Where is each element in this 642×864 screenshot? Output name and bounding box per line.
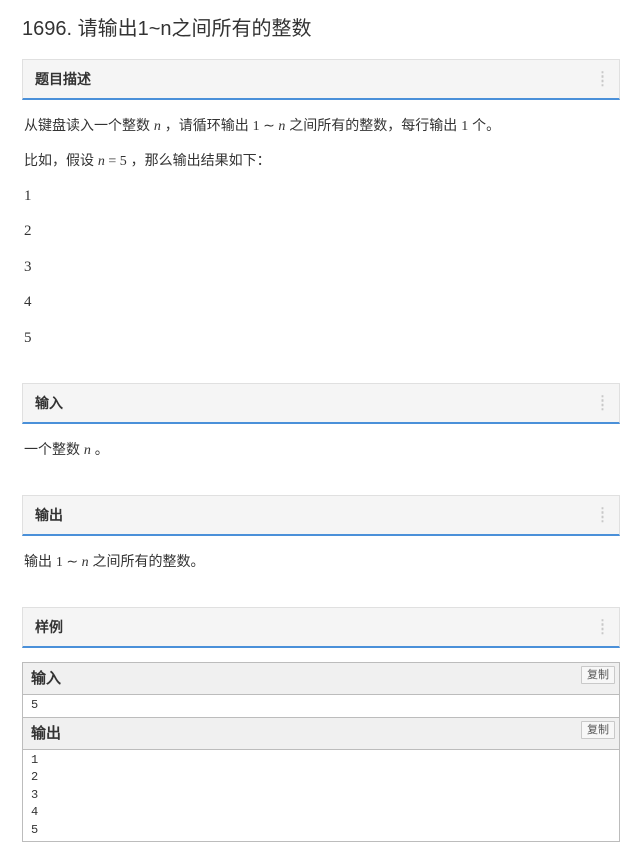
math-var-n: n	[82, 555, 89, 570]
text: 。	[91, 441, 109, 457]
text: 个。	[468, 117, 500, 133]
example-out-4: 4	[24, 290, 618, 316]
copy-input-button[interactable]: 复制	[581, 666, 615, 684]
math-var-n: n	[84, 443, 91, 458]
output-text: 输出 1 ∼ n 之间所有的整数。	[24, 550, 618, 575]
text: ，请循环输出	[161, 117, 253, 133]
text: 比如，假设	[24, 152, 98, 168]
sample-output-data: 1 2 3 4 5	[23, 750, 619, 841]
text: 输出	[24, 553, 56, 569]
example-out-3: 3	[24, 255, 618, 281]
example-out-1: 1	[24, 184, 618, 210]
panel-sample: 样例 ⋮⋮ 输入 复制 5 输出 复制 1 2 3 4 5	[22, 607, 620, 842]
input-text: 一个整数 n 。	[24, 438, 618, 463]
example-out-2: 2	[24, 219, 618, 245]
math-num: 5	[120, 154, 127, 169]
drag-handle-icon: ⋮⋮	[596, 75, 609, 83]
math-var-n: n	[98, 154, 105, 169]
panel-body-description: 从键盘读入一个整数 n ，请循环输出 1 ∼ n 之间所有的整数，每行输出 1 …	[22, 100, 620, 369]
example-out-5: 5	[24, 326, 618, 352]
heading-text: 输出	[35, 507, 63, 523]
drag-handle-icon: ⋮⋮	[596, 399, 609, 407]
sample-input-data: 5	[23, 695, 619, 716]
panel-input: 输入 ⋮⋮ 一个整数 n 。	[22, 383, 620, 481]
sample-output-label: 输出	[31, 725, 61, 742]
panel-heading-description: 题目描述 ⋮⋮	[22, 59, 620, 100]
panel-body-output: 输出 1 ∼ n 之间所有的整数。	[22, 536, 620, 593]
sample-output-head: 输出 复制	[23, 717, 619, 751]
math-var-n: n	[154, 119, 161, 134]
desc-line-1: 从键盘读入一个整数 n ，请循环输出 1 ∼ n 之间所有的整数，每行输出 1 …	[24, 114, 618, 139]
panel-heading-input: 输入 ⋮⋮	[22, 383, 620, 424]
copy-output-button[interactable]: 复制	[581, 721, 615, 739]
sample-input-head: 输入 复制	[23, 663, 619, 696]
text: 一个整数	[24, 441, 84, 457]
panel-body-sample: 输入 复制 5 输出 复制 1 2 3 4 5	[22, 648, 620, 842]
heading-text: 题目描述	[35, 71, 91, 87]
desc-line-2: 比如，假设 n = 5 ，那么输出结果如下：	[24, 149, 618, 174]
heading-text: 样例	[35, 619, 63, 635]
panel-heading-sample: 样例 ⋮⋮	[22, 607, 620, 648]
text: 之间所有的整数。	[89, 553, 205, 569]
heading-text: 输入	[35, 395, 63, 411]
text: 之间所有的整数，每行输出	[285, 117, 461, 133]
sample-block: 输入 复制 5 输出 复制 1 2 3 4 5	[22, 662, 620, 842]
math-num: 1	[253, 119, 260, 134]
math-tilde: ∼	[63, 555, 82, 570]
text: ，那么输出结果如下：	[127, 152, 271, 168]
math-eq: =	[105, 154, 120, 169]
text: 从键盘读入一个整数	[24, 117, 154, 133]
drag-handle-icon: ⋮⋮	[596, 623, 609, 631]
panel-body-input: 一个整数 n 。	[22, 424, 620, 481]
panel-output: 输出 ⋮⋮ 输出 1 ∼ n 之间所有的整数。	[22, 495, 620, 593]
panel-description: 题目描述 ⋮⋮ 从键盘读入一个整数 n ，请循环输出 1 ∼ n 之间所有的整数…	[22, 59, 620, 369]
sample-input-label: 输入	[31, 670, 61, 687]
math-num: 1	[56, 555, 63, 570]
panel-heading-output: 输出 ⋮⋮	[22, 495, 620, 536]
math-tilde: ∼	[260, 119, 279, 134]
problem-title: 1696. 请输出1~n之间所有的整数	[22, 12, 620, 41]
drag-handle-icon: ⋮⋮	[596, 511, 609, 519]
